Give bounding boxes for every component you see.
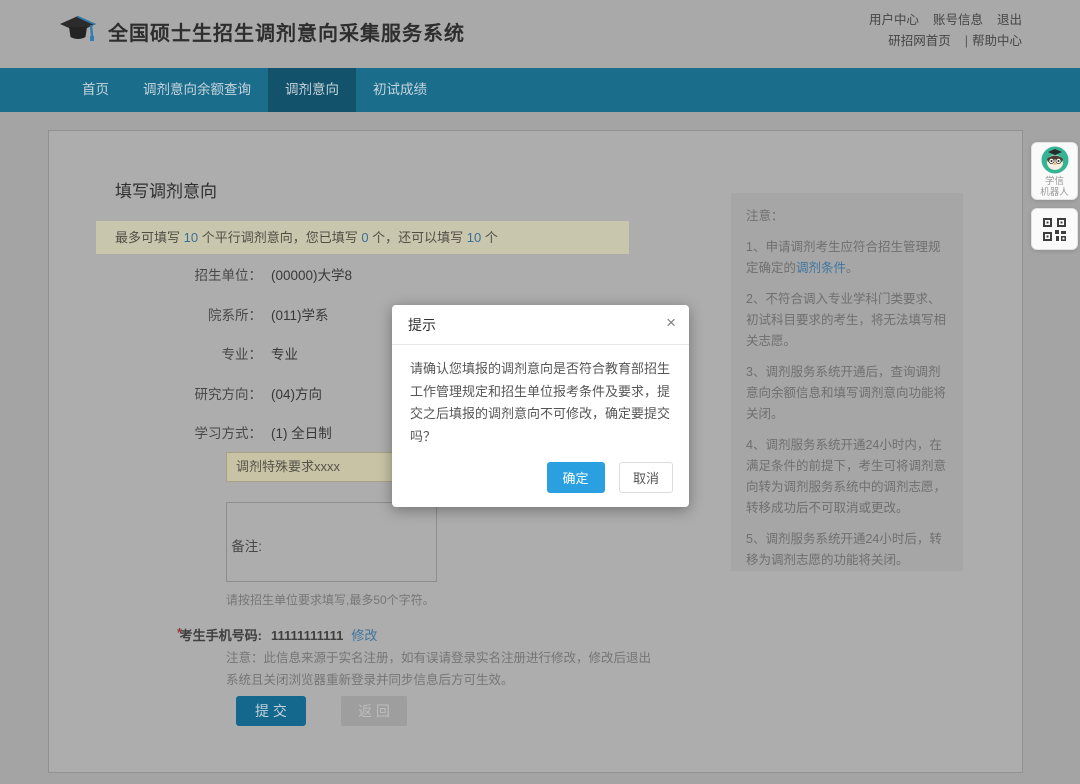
form-title: 填写调剂意向 (115, 177, 217, 202)
links-separator: | (965, 34, 968, 48)
nav-tab-exam-score[interactable]: 初试成绩 (356, 68, 444, 112)
remaining-count: 10 (467, 230, 481, 245)
research-direction-value: (04)方向 (271, 383, 322, 403)
robot-widget-label: 学信 机器人 (1032, 176, 1077, 198)
confirm-dialog: 提示 × 请确认您填报的调剂意向是否符合教育部招生工作管理规定和招生单位报考条件… (392, 305, 689, 507)
max-count: 10 (184, 230, 198, 245)
nav-tab-home[interactable]: 首页 (65, 68, 126, 112)
cancel-button[interactable]: 取消 (619, 462, 673, 493)
dialog-header: 提示 × (392, 305, 689, 345)
nav-tab-adjustment-intention[interactable]: 调剂意向 (268, 68, 356, 112)
adjustment-conditions-link[interactable]: 调剂条件 (796, 261, 846, 275)
back-button[interactable]: 返 回 (341, 696, 407, 726)
qr-code-icon (1043, 218, 1066, 241)
department-label: 院系所： (49, 304, 262, 324)
research-direction-label: 研究方向： (49, 383, 262, 403)
notes-sidebar: 注意： 1、申请调剂考生应符合招生管理规定确定的调剂条件。 2、不符合调入专业学… (731, 193, 963, 571)
graduation-cap-icon (58, 14, 100, 48)
submit-button[interactable]: 提 交 (236, 696, 306, 726)
qr-code-widget[interactable] (1031, 208, 1078, 250)
field-row-recruiting-unit: 招生单位： (00000)大学8 (49, 264, 649, 284)
notes-item-2: 2、不符合调入专业学科门类要求、初试科目要求的考生，将无法填写相关志愿。 (746, 289, 948, 352)
notes-item-4: 4、调剂服务系统开通24小时内，在满足条件的前提下，考生可将调剂意向转为调剂服务… (746, 435, 948, 519)
user-center-link[interactable]: 用户中心 (869, 13, 919, 27)
phone-value: 11111111111修改 (271, 625, 377, 644)
filled-count: 0 (361, 230, 368, 245)
major-value: 专业 (271, 343, 298, 363)
main-nav: 首页 调剂意向余额查询 调剂意向 初试成绩 (0, 68, 1080, 112)
floating-widgets: 学信 机器人 (1031, 142, 1078, 250)
app-header: 全国硕士生招生调剂意向采集服务系统 用户中心账号信息退出 研招网首页 | 帮助中心 (0, 0, 1080, 68)
major-label: 专业： (49, 343, 262, 363)
confirm-button[interactable]: 确定 (547, 462, 605, 493)
quota-notice-bar: 最多可填写 10 个平行调剂意向，您已填写 0 个，还可以填写 10 个 (96, 221, 629, 254)
recruiting-unit-label: 招生单位： (49, 264, 262, 284)
notes-item-5: 5、调剂服务系统开通24小时后，转移为调剂志愿的功能将关闭。 (746, 529, 948, 571)
study-mode-label: 学习方式： (49, 422, 262, 442)
help-center-link[interactable]: 帮助中心 (972, 34, 1022, 48)
notes-item-1: 1、申请调剂考生应符合招生管理规定确定的调剂条件。 (746, 237, 948, 279)
dialog-title: 提示 (408, 317, 436, 333)
chsi-robot-widget[interactable]: 学信 机器人 (1031, 142, 1078, 200)
logo: 全国硕士生招生调剂意向采集服务系统 (58, 14, 465, 48)
remark-hint: 请按招生单位要求填写,最多50个字符。 (226, 591, 435, 608)
notes-item-3: 3、调剂服务系统开通后，查询调剂意向余额信息和填写调剂意向功能将关闭。 (746, 362, 948, 425)
header-links: 用户中心账号信息退出 研招网首页 | 帮助中心 (855, 10, 1022, 52)
remark-textarea[interactable] (226, 502, 437, 582)
yanzhao-home-link[interactable]: 研招网首页 (888, 34, 951, 48)
account-info-link[interactable]: 账号信息 (933, 13, 983, 27)
study-mode-value: (1) 全日制 (271, 422, 332, 442)
robot-avatar-icon (1041, 146, 1069, 174)
phone-note: 注意：此信息来源于实名注册，如有误请登录实名注册进行修改，修改后退出 系统且关闭… (226, 647, 686, 691)
page-title: 全国硕士生招生调剂意向采集服务系统 (108, 17, 465, 46)
dialog-message: 请确认您填报的调剂意向是否符合教育部招生工作管理规定和招生单位报考条件及要求，提… (392, 345, 689, 452)
close-icon[interactable]: × (666, 313, 676, 333)
dialog-footer: 确定 取消 (392, 452, 689, 507)
nav-tab-quota-query[interactable]: 调剂意向余额查询 (126, 68, 268, 112)
notes-title: 注意： (746, 206, 948, 227)
recruiting-unit-value: (00000)大学8 (271, 264, 352, 284)
phone-edit-link[interactable]: 修改 (351, 628, 377, 643)
department-value: (011)学系 (271, 304, 329, 324)
phone-label: 考生手机号码: (49, 625, 262, 644)
logout-link[interactable]: 退出 (997, 13, 1022, 27)
